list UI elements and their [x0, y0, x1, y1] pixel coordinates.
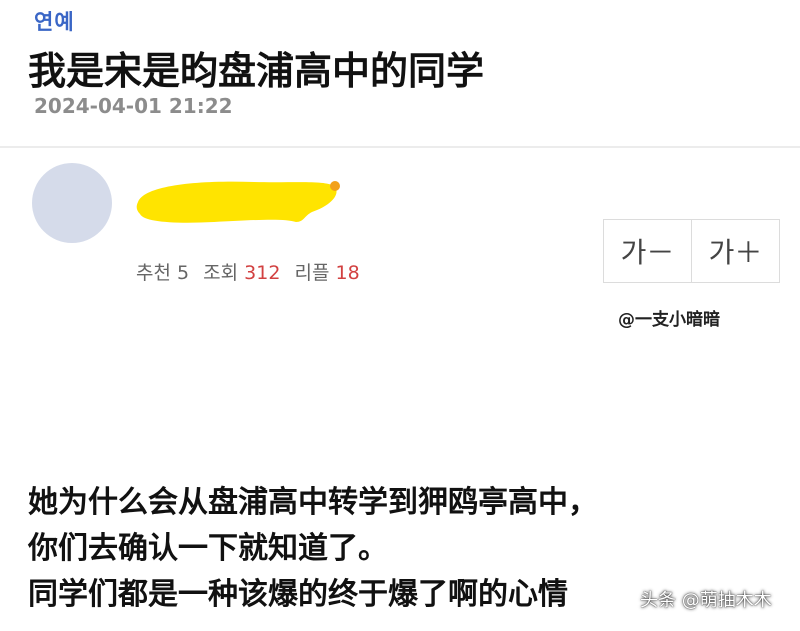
- recommend-count: 5: [177, 262, 190, 284]
- views-count: 312: [244, 262, 281, 284]
- post-title: 我是宋是昀盘浦高中的同学: [28, 49, 485, 93]
- post-body: 她为什么会从盘浦高中转学到狎鸥亭高中， 你们去确认一下就知道了。 同学们都是一种…: [28, 480, 598, 618]
- replies-label: 리플: [294, 262, 330, 284]
- redacted-username: [136, 181, 340, 223]
- body-line-2: 你们去确认一下就知道了。: [28, 531, 388, 566]
- avatar[interactable]: [32, 163, 112, 243]
- header-divider: [0, 146, 800, 148]
- watermark-handle: @一支小暗暗: [618, 310, 720, 330]
- font-decrease-button[interactable]: 가－: [604, 220, 691, 282]
- views-label: 조회: [203, 262, 239, 284]
- font-increase-button[interactable]: 가＋: [691, 220, 779, 282]
- recommend-label: 추천: [136, 262, 171, 284]
- post-stats: 추천 5 조회 312 리플 18: [136, 258, 360, 285]
- body-line-1: 她为什么会从盘浦高中转学到狎鸥亭高中，: [28, 485, 598, 520]
- post-date: 2024-04-01 21:22: [34, 94, 233, 118]
- replies-count: 18: [335, 262, 360, 284]
- category-label[interactable]: 연예: [34, 6, 75, 36]
- body-line-3: 同学们都是一种该爆的终于爆了啊的心情: [28, 577, 568, 612]
- source-watermark: 头条 @萌抽木木: [640, 590, 772, 611]
- font-size-controls: 가－ 가＋: [603, 219, 780, 283]
